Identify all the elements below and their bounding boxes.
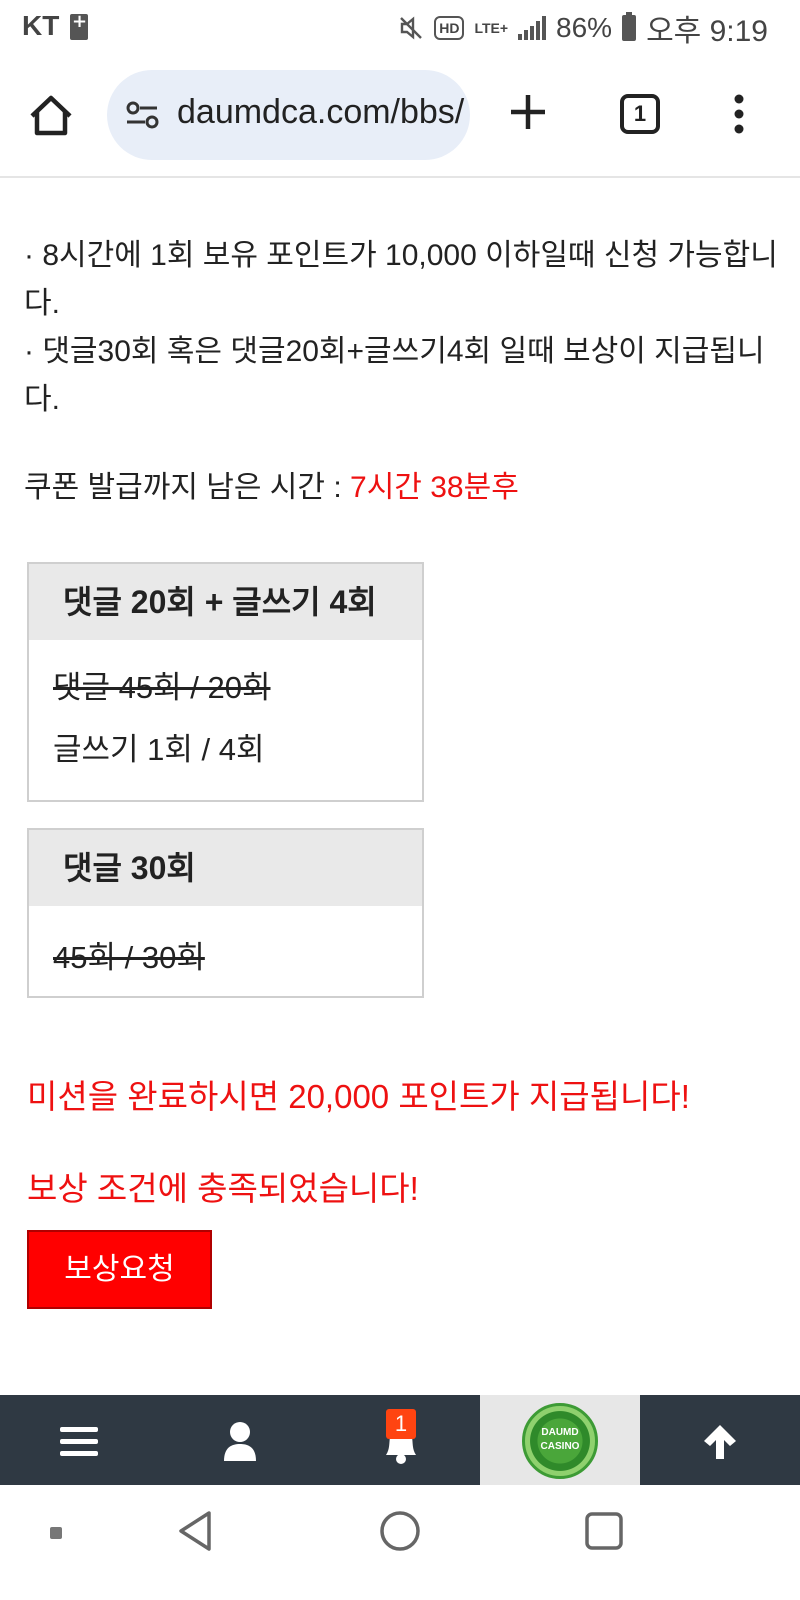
mission-title: 댓글 30회 xyxy=(29,830,422,906)
coupon-timer: 쿠폰 발급까지 남은 시간 : 7시간 38분후 xyxy=(24,462,519,506)
timer-label: 쿠폰 발급까지 남은 시간 : xyxy=(24,471,351,504)
logo-text-2: CASINO xyxy=(540,1441,580,1452)
mission-title: 댓글 20회 + 글쓰기 4회 xyxy=(29,564,422,640)
mission-box-comment-write: 댓글 20회 + 글쓰기 4회 댓글 45회 / 20회 글쓰기 1회 / 4회 xyxy=(27,562,424,802)
timer-value: 7시간 38분후 xyxy=(350,471,519,504)
battery-percent: 86% xyxy=(556,12,613,43)
mute-icon xyxy=(400,16,423,40)
mission-progress-comments: 댓글 45회 / 20회 xyxy=(53,670,271,705)
reward-request-button[interactable]: 보상요청 xyxy=(27,1230,212,1309)
condition-message: 보상 조건에 충족되었습니다! xyxy=(27,1170,419,1207)
carrier-sim-icon xyxy=(70,11,88,40)
lte-icon: LTE+ xyxy=(474,20,509,36)
signal-icon xyxy=(518,16,547,40)
site-settings-icon[interactable] xyxy=(125,100,161,130)
tabs-icon[interactable]: 1 xyxy=(620,94,660,134)
carrier-name: KT xyxy=(22,10,60,41)
dot-indicator-icon xyxy=(50,1527,62,1539)
mission-box-comment: 댓글 30회 45회 / 30회 xyxy=(27,828,424,998)
mission-progress-posts: 글쓰기 1회 / 4회 xyxy=(53,732,265,767)
address-bar[interactable]: daumdca.com/bbs/ xyxy=(107,70,470,160)
home-circle-icon[interactable] xyxy=(378,1509,422,1553)
info-line-1: · 8시간에 1회 보유 포인트가 10,000 이하일때 신청 가능합니다. xyxy=(24,239,778,320)
info-text: · 8시간에 1회 보유 포인트가 10,000 이하일때 신청 가능합니다. … xyxy=(24,232,784,424)
notification-badge: 1 xyxy=(386,1409,416,1439)
plus-icon[interactable] xyxy=(508,92,548,132)
more-icon[interactable] xyxy=(733,94,745,134)
hd-voice-icon: HD xyxy=(434,16,465,40)
browser-toolbar: daumdca.com/bbs/ 1 xyxy=(0,56,800,178)
casino-logo-button[interactable]: DAUMD CASINO xyxy=(480,1395,640,1485)
home-icon[interactable] xyxy=(28,94,74,136)
info-line-2: · 댓글30회 혹은 댓글20회+글쓰기4회 일때 보상이 지급됩니다. xyxy=(24,335,765,416)
casino-logo: DAUMD CASINO xyxy=(522,1403,598,1479)
battery-icon xyxy=(622,12,637,41)
status-icons: HD LTE+ 86% 오후 9:19 xyxy=(398,8,768,48)
arrow-up-icon[interactable] xyxy=(700,1421,740,1461)
hamburger-icon[interactable] xyxy=(60,1425,98,1459)
user-icon[interactable] xyxy=(222,1421,258,1461)
clock: 오후 9:19 xyxy=(646,15,768,48)
recents-icon[interactable] xyxy=(584,1511,624,1551)
back-icon[interactable] xyxy=(175,1509,215,1553)
page-content: · 8시간에 1회 보유 포인트가 10,000 이하일때 신청 가능합니다. … xyxy=(0,180,800,1395)
status-bar: KT HD LTE+ 86% 오후 9:19 xyxy=(0,0,800,56)
logo-text-1: DAUMD xyxy=(541,1427,579,1438)
mission-progress-comments: 45회 / 30회 xyxy=(53,940,205,975)
url-text[interactable]: daumdca.com/bbs/ xyxy=(177,93,464,132)
reward-message: 미션을 완료하시면 20,000 포인트가 지급됩니다! xyxy=(27,1078,690,1115)
site-bottom-nav: 1 DAUMD CASINO xyxy=(0,1395,800,1485)
system-nav-bar xyxy=(0,1485,800,1600)
